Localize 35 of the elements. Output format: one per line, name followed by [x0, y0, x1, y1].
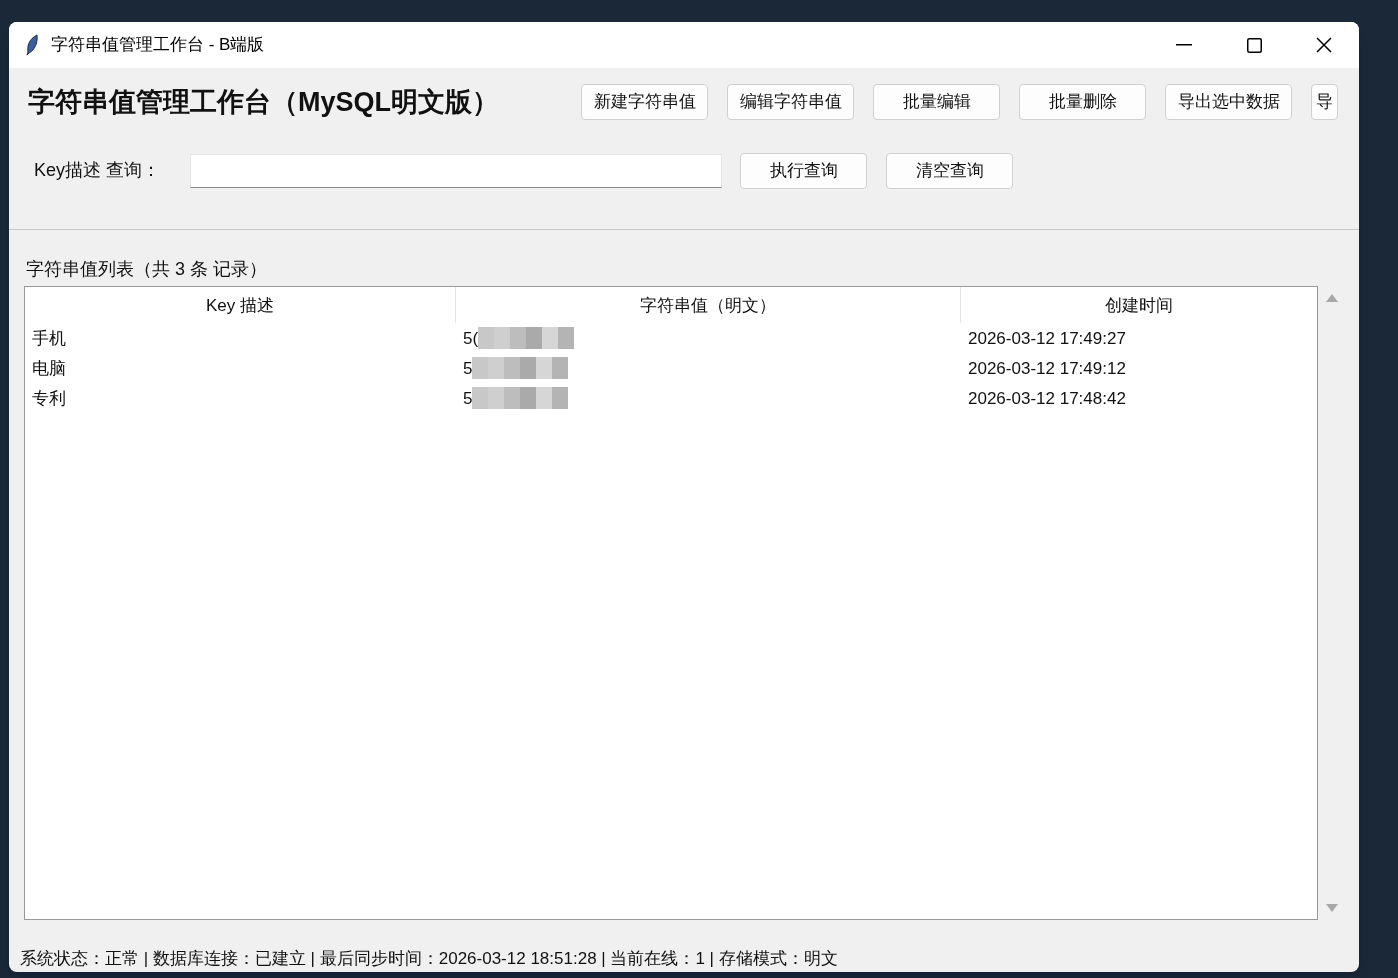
table-cell-text: 5 — [463, 357, 473, 380]
toolbar-button[interactable]: 导出选中数据 — [1165, 84, 1292, 121]
query-button[interactable]: 清空查询 — [886, 152, 1013, 189]
feather-icon — [25, 34, 39, 56]
toolbar-button[interactable]: 批量删除 — [1019, 84, 1146, 121]
toolbar-button[interactable]: 批量编辑 — [873, 84, 1000, 121]
column-header[interactable]: Key 描述 — [25, 287, 456, 324]
table-cell: 电脑 — [32, 358, 66, 378]
toolbar-button[interactable]: 新建字符串值 — [581, 84, 708, 121]
table-cell: 2026-03-12 17:49:27 — [968, 328, 1126, 348]
minimize-icon — [1176, 44, 1192, 46]
table-row[interactable]: 电脑 5 2026-03-12 17:49:12 — [25, 353, 1317, 384]
toolbar-button[interactable]: 导 — [1311, 84, 1338, 121]
search-label: Key描述 查询： — [34, 159, 162, 183]
table-cell: 2026-03-12 17:49:12 — [968, 358, 1126, 378]
table-cell-text: 5( — [463, 327, 479, 350]
column-header[interactable]: 创建时间 — [961, 287, 1317, 324]
close-icon — [1316, 37, 1332, 53]
maximize-icon — [1246, 37, 1262, 53]
search-field[interactable] — [190, 153, 722, 188]
status-bar-text: 系统状态：正常 | 数据库连接：已建立 | 最后同步时间：2026-03-12 18:51:28 | 当前在线：1 | 存储模式：明文 — [20, 949, 838, 969]
window-title: 字符串值管理工作台 - B端版 — [51, 34, 265, 57]
toolbar-button[interactable]: 编辑字符串值 — [727, 84, 854, 121]
scroll-down-icon — [1326, 904, 1338, 913]
page-title: 字符串值管理工作台（MySQL明文版） — [28, 85, 500, 119]
scroll-up-icon — [1326, 294, 1338, 303]
query-button[interactable]: 执行查询 — [740, 152, 867, 189]
table-row[interactable]: 手机 5( 2026-03-12 17:49:27 — [25, 323, 1317, 354]
table-cell: 手机 — [32, 328, 66, 348]
list-caption: 字符串值列表（共 3 条 记录） — [26, 259, 267, 280]
table-cell-text: 5 — [463, 387, 473, 410]
column-header[interactable]: 字符串值（明文） — [456, 287, 961, 324]
table-row[interactable]: 专利 5 2026-03-12 17:48:42 — [25, 383, 1317, 414]
table-cell: 2026-03-12 17:48:42 — [968, 388, 1126, 408]
table-cell: 专利 — [32, 388, 66, 408]
